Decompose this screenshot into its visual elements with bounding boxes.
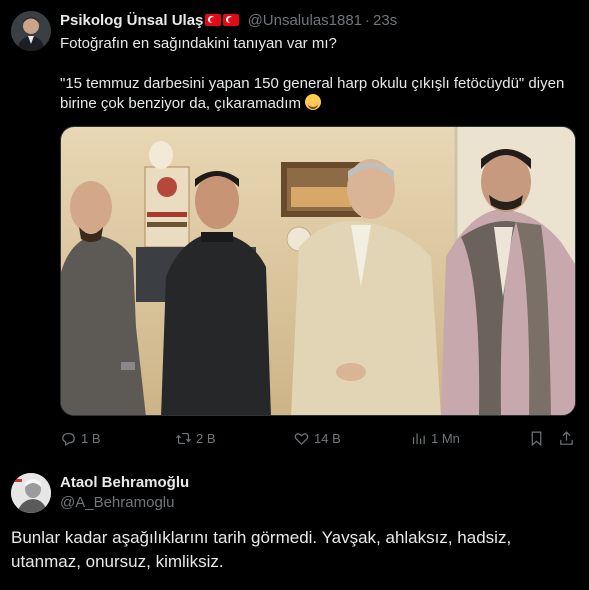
smiling-face-emoji-icon [305, 94, 322, 110]
like-button[interactable]: 14 B [293, 428, 341, 448]
heart-icon [294, 432, 309, 445]
reply-author-handle[interactable]: @A_Behramoglu [60, 494, 174, 512]
repost-icon [175, 432, 192, 444]
views-count: 1 Mn [431, 430, 460, 446]
separator-dot: · [365, 12, 371, 29]
like-count: 14 B [314, 430, 341, 446]
reply-count: 1 B [81, 430, 101, 446]
photo-of-four-men-icon [61, 127, 575, 415]
turkey-flag-icon [223, 14, 240, 26]
turkey-flag-icon [205, 14, 222, 26]
tweet-text: Fotoğrafın en sağındakini tanıyan var mı… [60, 34, 580, 114]
reply-button[interactable]: 1 B [60, 428, 101, 448]
tweet-text-line1: Fotoğrafın en sağındakini tanıyan var mı… [60, 35, 337, 52]
author-name[interactable]: Psikolog Ünsal Ulaş [60, 12, 203, 29]
bookmark-button[interactable] [528, 428, 545, 448]
reply-author-avatar[interactable] [11, 473, 51, 513]
bookmark-icon [531, 431, 542, 446]
reply-author-name[interactable]: Ataol Behramoğlu [60, 474, 189, 492]
tweet-actions: 1 B 2 B 14 B 1 Mn [60, 428, 576, 448]
author-avatar[interactable] [11, 11, 51, 51]
share-button[interactable] [558, 428, 575, 448]
views-button[interactable]: 1 Mn [410, 428, 460, 448]
tweet-timestamp[interactable]: 23s [373, 12, 397, 29]
reply-text: Bunlar kadar aşağılıklarını tarih görmed… [11, 528, 512, 571]
repost-button[interactable]: 2 B [175, 428, 216, 448]
author-handle[interactable]: @Unsalulas1881 [248, 12, 362, 29]
repost-count: 2 B [196, 430, 216, 446]
original-tweet: Psikolog Ünsal Ulaş @Unsalulas1881 · 23s F… [0, 0, 589, 460]
share-icon [560, 430, 573, 445]
views-chart-icon [412, 433, 425, 444]
reply-tweet: Ataol Behramoğlu @A_Behramoglu Bunlar ka… [0, 460, 589, 590]
tweet-header: Psikolog Ünsal Ulaş @Unsalulas1881 · 23s [60, 12, 397, 30]
reply-icon [62, 432, 75, 446]
tweet-photo[interactable] [60, 126, 576, 416]
